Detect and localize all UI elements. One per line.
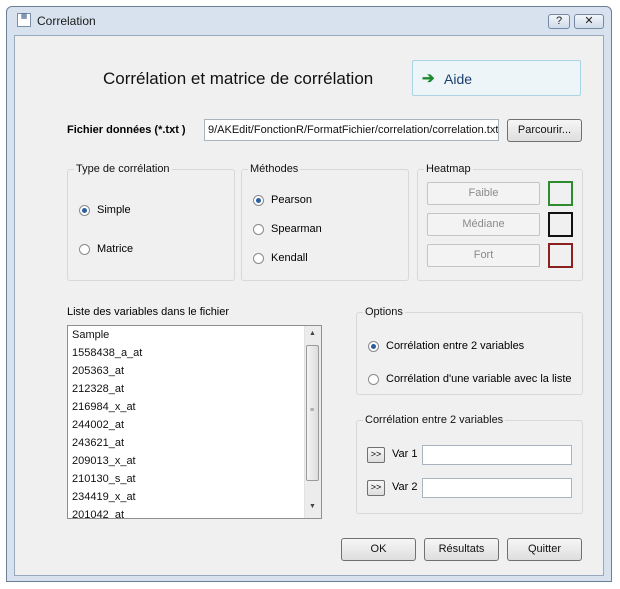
list-item[interactable]: 209013_x_at: [72, 455, 136, 467]
list-item[interactable]: 243621_at: [72, 437, 124, 449]
radio-kendall[interactable]: [253, 253, 264, 264]
window-title: Correlation: [37, 14, 96, 28]
radio-pearson-label: Pearson: [271, 194, 312, 206]
dialog-window: ▦ Correlation ? ✕ Corrélation et matrice…: [6, 6, 612, 582]
correlation-type-group: Type de corrélation Simple Matrice: [67, 163, 235, 281]
two-variables-group: Corrélation entre 2 variables >> Var 1 >…: [356, 414, 583, 514]
help-button[interactable]: ➔ Aide: [412, 60, 581, 96]
radio-spearman-label: Spearman: [271, 223, 322, 235]
dialog-body: Corrélation et matrice de corrélation ➔ …: [14, 35, 604, 576]
quit-button[interactable]: Quitter: [507, 538, 582, 561]
list-item[interactable]: 212328_at: [72, 383, 124, 395]
move-to-var1-button[interactable]: >>: [367, 447, 385, 463]
ok-button[interactable]: OK: [341, 538, 416, 561]
var2-input[interactable]: [422, 478, 572, 498]
list-item[interactable]: 201042_at: [72, 509, 124, 518]
help-button-label: Aide: [444, 71, 473, 87]
two-variables-title: Corrélation entre 2 variables: [363, 414, 506, 426]
heatmap-fort-swatch[interactable]: [548, 243, 573, 268]
scrollbar-thumb[interactable]: ≡: [306, 345, 319, 481]
app-icon: ▦: [17, 13, 31, 27]
title-bar: ▦ Correlation ? ✕: [7, 7, 611, 35]
list-item[interactable]: 205363_at: [72, 365, 124, 377]
radio-simple-label: Simple: [97, 204, 131, 216]
arrow-right-icon: ➔: [422, 70, 435, 87]
var1-label: Var 1: [392, 448, 418, 460]
browse-button[interactable]: Parcourir...: [507, 119, 582, 142]
heatmap-mediane-button[interactable]: Médiane: [427, 213, 540, 236]
radio-matrice-label: Matrice: [97, 243, 134, 255]
var1-input[interactable]: [422, 445, 572, 465]
heatmap-group: Heatmap Faible Médiane Fort: [417, 163, 583, 281]
heatmap-fort-button[interactable]: Fort: [427, 244, 540, 267]
scroll-up-icon[interactable]: ▲: [309, 330, 316, 337]
list-item[interactable]: 210130_s_at: [72, 473, 136, 485]
options-group: Options Corrélation entre 2 variables Co…: [356, 306, 583, 395]
options-title: Options: [363, 306, 405, 318]
radio-simple[interactable]: [79, 205, 90, 216]
radio-spearman[interactable]: [253, 224, 264, 235]
radio-two-variables-label: Corrélation entre 2 variables: [386, 340, 525, 352]
variables-listbox[interactable]: Sample 1558438_a_at 205363_at 212328_at …: [67, 325, 322, 519]
radio-kendall-label: Kendall: [271, 252, 308, 264]
file-path-input[interactable]: 9/AKEdit/FonctionR/FormatFichier/correla…: [204, 119, 499, 141]
radio-variable-vs-list[interactable]: [368, 374, 379, 385]
move-to-var2-button[interactable]: >>: [367, 480, 385, 496]
scroll-down-icon[interactable]: ▼: [309, 503, 316, 510]
variables-list-title: Liste des variables dans le fichier: [67, 306, 230, 318]
methods-title: Méthodes: [248, 163, 301, 175]
list-item[interactable]: Sample: [72, 329, 109, 341]
help-window-button[interactable]: ?: [548, 14, 570, 29]
list-item[interactable]: 216984_x_at: [72, 401, 136, 413]
close-window-button[interactable]: ✕: [574, 14, 604, 29]
correlation-type-title: Type de corrélation: [74, 163, 172, 175]
heatmap-faible-swatch[interactable]: [548, 181, 573, 206]
page-title: Corrélation et matrice de corrélation: [103, 69, 374, 88]
var2-label: Var 2: [392, 481, 418, 493]
radio-two-variables[interactable]: [368, 341, 379, 352]
heatmap-mediane-swatch[interactable]: [548, 212, 573, 237]
list-item[interactable]: 1558438_a_at: [72, 347, 142, 359]
list-item[interactable]: 244002_at: [72, 419, 124, 431]
results-button[interactable]: Résultats: [424, 538, 499, 561]
radio-matrice[interactable]: [79, 244, 90, 255]
radio-pearson[interactable]: [253, 195, 264, 206]
variables-scrollbar[interactable]: ▲ ≡ ▼: [304, 326, 321, 518]
methods-group: Méthodes Pearson Spearman Kendall: [241, 163, 409, 281]
file-label: Fichier données (*.txt ): [67, 124, 186, 136]
radio-variable-vs-list-label: Corrélation d'une variable avec la liste: [386, 373, 572, 385]
heatmap-title: Heatmap: [424, 163, 473, 175]
grip-icon: ≡: [310, 407, 315, 414]
heatmap-faible-button[interactable]: Faible: [427, 182, 540, 205]
list-item[interactable]: 234419_x_at: [72, 491, 136, 503]
